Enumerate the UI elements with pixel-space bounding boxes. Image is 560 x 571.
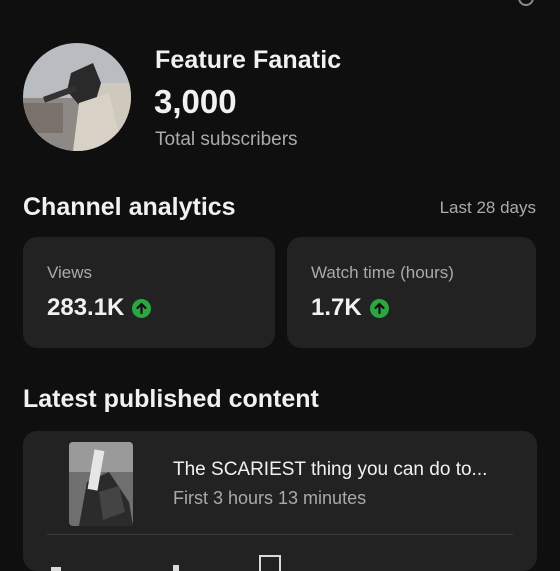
stat-icon: [51, 567, 61, 571]
comment-icon: [259, 555, 281, 571]
subscriber-count: 3,000: [154, 83, 237, 120]
avatar-image: [23, 43, 131, 151]
subscriber-label: Total subscribers: [155, 129, 298, 150]
watch-time-card[interactable]: Watch time (hours) 1.7K: [287, 237, 536, 348]
watch-time-value-row: 1.7K: [311, 294, 389, 322]
latest-content-title: Latest published content: [23, 385, 319, 413]
video-title[interactable]: The SCARIEST thing you can do to...: [173, 459, 487, 481]
settings-icon[interactable]: [518, 0, 534, 6]
latest-video-card[interactable]: The SCARIEST thing you can do to... Firs…: [23, 431, 537, 571]
stat-icon: [173, 565, 179, 571]
views-card[interactable]: Views 283.1K: [23, 237, 275, 348]
channel-name: Feature Fanatic: [155, 46, 342, 74]
analytics-section-title: Channel analytics: [23, 193, 236, 221]
avatar[interactable]: [23, 43, 131, 151]
arrow-up-circle-icon: [132, 298, 152, 318]
watch-time-label: Watch time (hours): [311, 263, 454, 282]
analytics-period: Last 28 days: [439, 198, 536, 217]
views-label: Views: [47, 263, 93, 282]
watch-time-value: 1.7K: [311, 294, 362, 321]
arrow-up-circle-icon: [369, 298, 389, 318]
video-meta: First 3 hours 13 minutes: [173, 488, 367, 508]
views-value: 283.1K: [47, 294, 125, 321]
divider: [47, 534, 513, 535]
views-value-row: 283.1K: [47, 294, 152, 322]
video-stats-row: [23, 555, 537, 571]
video-thumbnail[interactable]: [69, 442, 133, 526]
